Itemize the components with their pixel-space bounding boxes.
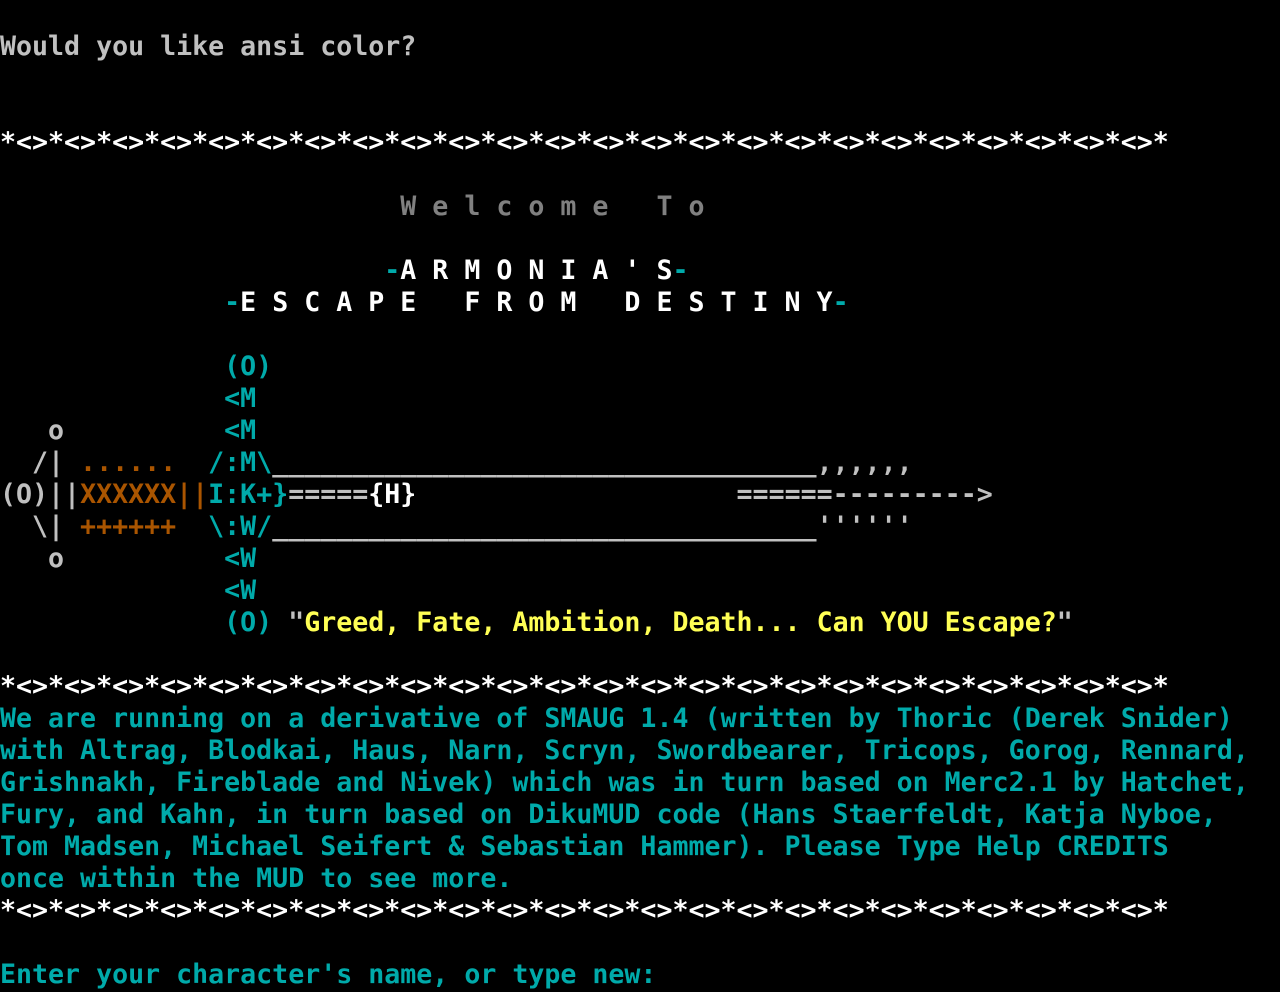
terminal-text: with Altrag, Blodkai, Haus, Narn, Scryn,… (0, 735, 1249, 766)
terminal-screen[interactable]: Would you like ansi color? *<>*<>*<>*<>*<… (0, 31, 1280, 992)
terminal-line: /| ...... /:M\__________________________… (0, 447, 1280, 479)
terminal-text: " (288, 607, 305, 638)
terminal-text: Fury, and Kahn, in turn based on DikuMUD… (0, 799, 1217, 830)
terminal-line: Grishnakh, Fireblade and Nivek) which wa… (0, 767, 1280, 799)
terminal-text: Would you like ansi color? (0, 31, 417, 62)
terminal-text: <W (0, 575, 257, 606)
terminal-line: o <W (0, 543, 1280, 575)
terminal-line: (O)||XXXXXX||I:K+}====={H} ======-------… (0, 479, 1280, 511)
name-prompt-line: Enter your character's name, or type new… (0, 959, 1280, 991)
terminal-text: I:K+} (208, 479, 289, 510)
terminal-text: (O)|| (0, 479, 81, 510)
terminal-line: <W (0, 575, 1280, 607)
terminal-text: {H} (368, 479, 417, 510)
terminal-text: /| (0, 447, 65, 478)
terminal-text: A R M O N I A ' S (400, 255, 673, 286)
terminal-text: \| (0, 511, 65, 542)
terminal-text: " (1056, 607, 1073, 638)
terminal-text: <M (64, 415, 257, 446)
terminal-line: -A R M O N I A ' S- (0, 255, 1280, 287)
terminal-text: ++++++ (64, 511, 177, 542)
terminal-text: Enter your character's name, or type new… (0, 959, 673, 990)
terminal-text: Grishnakh, Fireblade and Nivek) which wa… (0, 767, 1249, 798)
terminal-text: W e l c o m e T o (0, 191, 705, 222)
terminal-text: - (672, 255, 689, 286)
terminal-text: *<>*<>*<>*<>*<>*<>*<>*<>*<>*<>*<>*<>*<>*… (0, 671, 1169, 702)
terminal-text: ======---------> (416, 479, 993, 510)
terminal-text: *<>*<>*<>*<>*<>*<>*<>*<>*<>*<>*<>*<>*<>*… (0, 895, 1169, 926)
terminal-text: ===== (288, 479, 369, 510)
terminal-text: Greed, Fate, Ambition, Death... Can YOU … (304, 607, 1057, 638)
terminal-line: <M (0, 383, 1280, 415)
terminal-text: Tom Madsen, Michael Seifert & Sebastian … (0, 831, 1169, 862)
character-name-input[interactable] (672, 962, 872, 990)
terminal-text: - (832, 287, 849, 318)
terminal-line: once within the MUD to see more. (0, 863, 1280, 895)
terminal-text: <M (0, 383, 257, 414)
terminal-line: We are running on a derivative of SMAUG … (0, 703, 1280, 735)
terminal-text: We are running on a derivative of SMAUG … (0, 703, 1233, 734)
terminal-line: Fury, and Kahn, in turn based on DikuMUD… (0, 799, 1280, 831)
terminal-text: (O) (0, 607, 289, 638)
terminal-text: o (0, 415, 65, 446)
terminal-text: once within the MUD to see more. (0, 863, 513, 894)
terminal-line: (O) "Greed, Fate, Ambition, Death... Can… (0, 607, 1280, 639)
terminal-line: -E S C A P E F R O M D E S T I N Y- (0, 287, 1280, 319)
terminal-text: XXXXXX|| (80, 479, 209, 510)
terminal-text: o (0, 543, 65, 574)
terminal-text: <W (64, 543, 257, 574)
terminal-line: (O) (0, 351, 1280, 383)
terminal-line: Tom Madsen, Michael Seifert & Sebastian … (0, 831, 1280, 863)
terminal-line: *<>*<>*<>*<>*<>*<>*<>*<>*<>*<>*<>*<>*<>*… (0, 895, 1280, 927)
terminal-line: \| ++++++ \:W/__________________________… (0, 511, 1280, 543)
terminal-line: Would you like ansi color? (0, 31, 1280, 63)
terminal-text: - (0, 255, 401, 286)
terminal-text: __________________________________'''''' (272, 511, 913, 542)
terminal-text: \:W/ (176, 511, 273, 542)
terminal-text: E S C A P E F R O M D E S T I N Y (240, 287, 833, 318)
terminal-text: - (0, 287, 241, 318)
terminal-line: *<>*<>*<>*<>*<>*<>*<>*<>*<>*<>*<>*<>*<>*… (0, 671, 1280, 703)
terminal-text: ...... (64, 447, 177, 478)
terminal-text: (O) (0, 351, 273, 382)
terminal-text: __________________________________,,,,,, (272, 447, 913, 478)
terminal-line: o <M (0, 415, 1280, 447)
terminal-line: W e l c o m e T o (0, 191, 1280, 223)
terminal-text: /:M\ (176, 447, 273, 478)
terminal-text: *<>*<>*<>*<>*<>*<>*<>*<>*<>*<>*<>*<>*<>*… (0, 127, 1169, 158)
terminal-line: with Altrag, Blodkai, Haus, Narn, Scryn,… (0, 735, 1280, 767)
terminal-line: *<>*<>*<>*<>*<>*<>*<>*<>*<>*<>*<>*<>*<>*… (0, 127, 1280, 159)
